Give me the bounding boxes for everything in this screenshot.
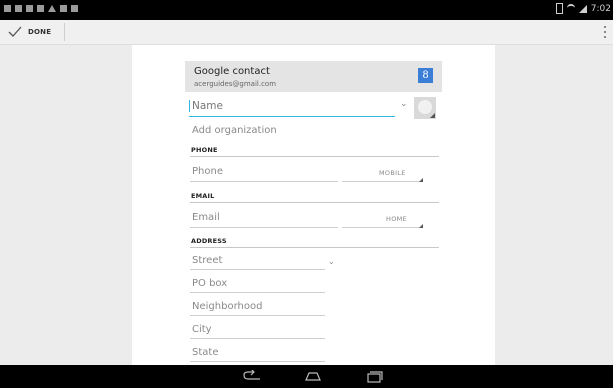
name-field[interactable]: Name bbox=[189, 97, 395, 117]
email-section-divider bbox=[190, 202, 439, 203]
checkmark-icon bbox=[8, 26, 22, 37]
content-area: Google contact acerguides@gmail.com 8 Na… bbox=[0, 45, 613, 365]
expand-address-chevron-icon[interactable]: ⌄ bbox=[328, 257, 335, 266]
account-name: Google contact bbox=[194, 66, 270, 77]
address-section-header: ADDRESS bbox=[191, 237, 227, 245]
email-section-header: EMAIL bbox=[191, 192, 215, 200]
phone-type-spinner[interactable]: MOBILE bbox=[379, 169, 406, 177]
contact-editor-card: Google contact acerguides@gmail.com 8 Na… bbox=[132, 45, 495, 365]
email-field-underline bbox=[190, 227, 338, 228]
phone-type-underline bbox=[342, 181, 423, 182]
notification-icon bbox=[4, 5, 11, 12]
battery-icon bbox=[555, 3, 563, 14]
street-field[interactable]: Street bbox=[192, 255, 222, 266]
phone-field[interactable]: Phone bbox=[192, 166, 223, 177]
email-field[interactable]: Email bbox=[192, 212, 220, 223]
phone-field-underline bbox=[190, 181, 338, 182]
state-field[interactable]: State bbox=[192, 347, 218, 358]
spinner-corner-icon bbox=[419, 224, 423, 228]
email-type-underline bbox=[342, 227, 423, 228]
done-label: DONE bbox=[28, 28, 52, 36]
home-icon[interactable] bbox=[303, 370, 323, 382]
phone-section-header: PHONE bbox=[191, 146, 218, 154]
action-bar: DONE bbox=[0, 20, 613, 45]
neighborhood-field-underline bbox=[190, 315, 325, 316]
status-bar: 7:02 bbox=[0, 0, 613, 20]
system-status: 7:02 bbox=[555, 3, 611, 14]
neighborhood-field[interactable]: Neighborhood bbox=[192, 301, 262, 312]
add-organization-link[interactable]: Add organization bbox=[192, 125, 277, 136]
state-field-underline bbox=[190, 361, 325, 362]
warning-icon bbox=[48, 5, 56, 12]
notification-icon bbox=[37, 5, 44, 12]
notification-icons bbox=[4, 5, 78, 12]
account-header: Google contact acerguides@gmail.com 8 bbox=[185, 61, 442, 92]
text-cursor bbox=[189, 100, 190, 112]
name-placeholder: Name bbox=[192, 100, 223, 112]
back-icon[interactable] bbox=[242, 370, 262, 382]
notification-icon bbox=[71, 5, 78, 12]
google-plus-icon: 8 bbox=[418, 68, 433, 83]
city-field[interactable]: City bbox=[192, 324, 212, 335]
address-section-divider bbox=[190, 247, 439, 248]
street-field-underline bbox=[190, 269, 325, 270]
divider bbox=[64, 23, 65, 41]
done-button[interactable]: DONE bbox=[8, 24, 51, 40]
phone-section-divider bbox=[190, 156, 439, 157]
avatar-placeholder-icon bbox=[418, 100, 432, 114]
navigation-bar bbox=[0, 365, 613, 388]
overflow-menu-icon[interactable] bbox=[603, 26, 607, 38]
po-box-field-underline bbox=[190, 292, 325, 293]
notification-icon bbox=[26, 5, 33, 12]
contact-photo[interactable] bbox=[414, 97, 436, 119]
spinner-corner-icon bbox=[419, 178, 423, 182]
signal-icon bbox=[578, 4, 587, 13]
photo-menu-corner-icon bbox=[430, 113, 435, 118]
email-type-spinner[interactable]: HOME bbox=[386, 215, 407, 223]
recent-apps-icon[interactable] bbox=[365, 370, 385, 383]
expand-name-chevron-icon[interactable]: ⌄ bbox=[400, 99, 408, 109]
notification-icon bbox=[15, 5, 22, 12]
notification-icon bbox=[60, 5, 67, 12]
po-box-field[interactable]: PO box bbox=[192, 278, 227, 289]
wifi-icon bbox=[566, 3, 575, 14]
clock: 7:02 bbox=[590, 3, 611, 14]
city-field-underline bbox=[190, 338, 325, 339]
account-email: acerguides@gmail.com bbox=[194, 80, 277, 88]
